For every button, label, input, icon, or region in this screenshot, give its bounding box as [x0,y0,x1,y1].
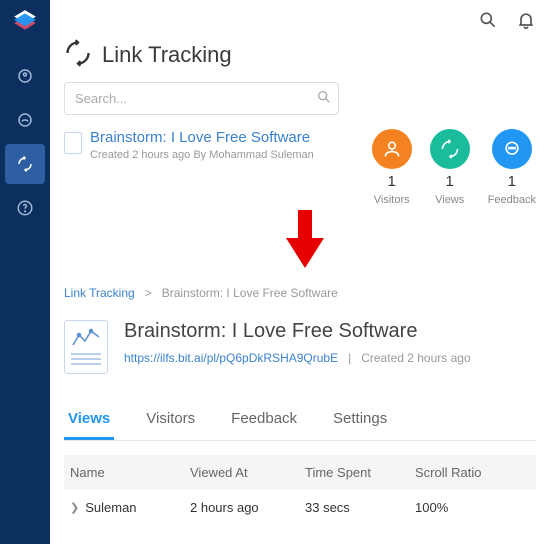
search-wrap [64,82,536,115]
detail-created: Created 2 hours ago [361,351,470,365]
detail-url[interactable]: https://ilfs.bit.ai/pl/pQ6pDkRSHA9QrubE [124,351,338,365]
tab-visitors[interactable]: Visitors [142,400,199,440]
tabs: Views Visitors Feedback Settings [64,400,536,441]
table-row[interactable]: ❯ Suleman 2 hours ago 33 secs 100% [64,490,536,525]
col-viewed-at: Viewed At [190,465,305,480]
tab-views[interactable]: Views [64,400,114,440]
breadcrumb: Link Tracking > Brainstorm: I Love Free … [64,286,536,300]
breadcrumb-sep: > [145,286,152,300]
document-title: Brainstorm: I Love Free Software [90,129,360,146]
views-table: Name Viewed At Time Spent Scroll Ratio ❯… [64,455,536,525]
nav-link-tracking[interactable] [5,144,45,184]
cell-time-spent: 33 secs [305,500,415,515]
stat-views-label: Views [435,194,464,206]
col-scroll-ratio: Scroll Ratio [415,465,530,480]
stat-views: 1 Views [430,129,470,206]
chevron-right-icon: ❯ [70,501,79,514]
tab-feedback[interactable]: Feedback [227,400,301,440]
page-title-row: Link Tracking [64,39,536,70]
document-list-item[interactable]: Brainstorm: I Love Free Software Created… [64,129,536,206]
main-content: Link Tracking Brainstorm: I Love Free So… [50,0,550,544]
nav-help[interactable] [5,188,45,228]
page-title: Link Tracking [102,42,232,68]
sidebar [0,0,50,544]
col-name: Name [70,465,190,480]
link-tracking-icon [64,39,92,70]
tab-settings[interactable]: Settings [329,400,391,440]
visitors-icon [372,129,412,169]
search-input-icon [316,89,332,108]
stat-visitors: 1 Visitors [372,129,412,206]
document-stats: 1 Visitors 1 Views 1 Feedback [372,129,536,206]
bell-icon[interactable] [516,10,536,33]
search-input[interactable] [64,82,339,115]
annotation-arrow-icon [282,210,328,270]
stat-feedback-label: Feedback [488,194,536,206]
stat-visitors-num: 1 [388,173,396,190]
document-meta: Created 2 hours ago By Mohammad Suleman [90,149,360,161]
cell-scroll-ratio: 100% [415,500,530,515]
detail-header: Brainstorm: I Love Free Software https:/… [64,320,536,374]
stat-views-num: 1 [446,173,454,190]
nav-dashboard[interactable] [5,56,45,96]
document-icon [64,132,82,154]
cell-viewed-at: 2 hours ago [190,500,305,515]
stat-visitors-label: Visitors [374,194,410,206]
cell-name: Suleman [85,500,136,515]
app-logo-icon [12,8,38,34]
col-time-spent: Time Spent [305,465,415,480]
topbar [64,10,536,33]
feedback-icon [492,129,532,169]
stat-feedback-num: 1 [508,173,516,190]
breadcrumb-root[interactable]: Link Tracking [64,286,135,300]
views-icon [430,129,470,169]
nav-activity[interactable] [5,100,45,140]
stat-feedback: 1 Feedback [488,129,536,206]
detail-title: Brainstorm: I Love Free Software [124,320,471,343]
search-icon[interactable] [478,10,498,33]
document-large-icon [64,320,108,374]
breadcrumb-current: Brainstorm: I Love Free Software [162,286,338,300]
table-header: Name Viewed At Time Spent Scroll Ratio [64,455,536,490]
